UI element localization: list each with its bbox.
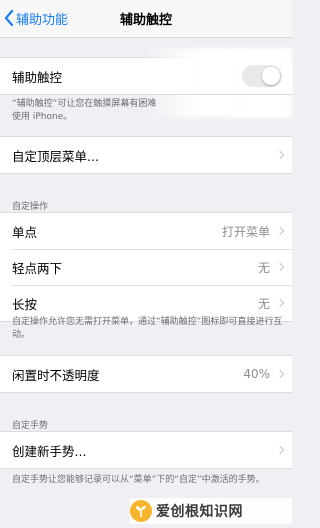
customize-top-menu-label: 自定顶层菜单... bbox=[12, 148, 99, 164]
watermark-logo-icon bbox=[130, 500, 152, 522]
sprout-icon bbox=[136, 506, 146, 517]
long-press-value: 无 bbox=[257, 296, 270, 311]
create-new-gesture-row[interactable]: 创建新手势... bbox=[0, 432, 292, 468]
double-tap-row[interactable]: 轻点两下 无 bbox=[0, 249, 292, 285]
idle-opacity-value: 40% bbox=[243, 367, 270, 381]
chevron-right-icon bbox=[275, 262, 285, 272]
assistive-touch-label: 辅助触控 bbox=[12, 69, 63, 85]
watermark-text: 爱创根知识网 bbox=[156, 504, 243, 520]
assistive-touch-footer-line1: “辅助触控”可让您在触摸屏幕有困难 bbox=[12, 99, 157, 109]
chevron-right-icon bbox=[275, 226, 285, 236]
custom-gestures-header: 自定手势 bbox=[12, 421, 49, 431]
divider bbox=[0, 392, 292, 393]
assistive-touch-toggle[interactable] bbox=[242, 65, 282, 87]
chevron-right-icon bbox=[275, 369, 285, 379]
assistive-touch-footer-line2: 使用 iPhone。 bbox=[12, 112, 73, 122]
assistive-touch-footer: “辅助触控”可让您在触摸屏幕有困难 使用 iPhone。 bbox=[12, 98, 284, 124]
divider bbox=[0, 468, 292, 469]
idle-opacity-row[interactable]: 闲置时不透明度 40% bbox=[0, 356, 292, 392]
single-tap-row[interactable]: 单点 打开菜单 bbox=[0, 213, 292, 249]
idle-opacity-label: 闲置时不透明度 bbox=[12, 367, 100, 383]
navigation-bar: 辅助功能 辅助触控 bbox=[0, 0, 292, 38]
custom-actions-group: 单点 打开菜单 轻点两下 无 长按 无 bbox=[0, 213, 292, 321]
custom-gestures-group: 创建新手势... bbox=[0, 432, 292, 468]
assistive-touch-settings-page: 辅助功能 辅助触控 辅助触控 “辅助触控”可让您在触摸屏幕有困难 使用 iPho… bbox=[0, 0, 292, 528]
watermark: 爱创根知识网 bbox=[130, 498, 292, 524]
long-press-label: 长按 bbox=[12, 296, 38, 312]
double-tap-label: 轻点两下 bbox=[12, 260, 63, 276]
single-tap-label: 单点 bbox=[12, 224, 38, 240]
divider bbox=[0, 94, 292, 95]
assistive-touch-group: 辅助触控 bbox=[0, 48, 292, 118]
custom-gestures-footer: 自定手势让您能够记录可以从“菜单”下的“自定”中激活的手势。 bbox=[12, 475, 265, 485]
custom-actions-footer: 自定操作允许您无需打开菜单，通过“辅助触控”图标即可直接进行互动。 bbox=[12, 317, 283, 340]
create-new-gesture-label: 创建新手势... bbox=[12, 443, 87, 459]
divider bbox=[0, 173, 292, 174]
assistive-touch-row: 辅助触控 bbox=[0, 48, 292, 118]
top-menu-group: 自定顶层菜单... bbox=[0, 137, 292, 173]
page-title: 辅助触控 bbox=[119, 13, 172, 28]
chevron-right-icon bbox=[275, 445, 285, 455]
customize-top-menu-row[interactable]: 自定顶层菜单... bbox=[0, 137, 292, 173]
chevron-right-icon bbox=[275, 150, 285, 160]
single-tap-value: 打开菜单 bbox=[221, 224, 270, 239]
chevron-right-icon bbox=[275, 298, 285, 308]
toggle-knob bbox=[262, 67, 280, 85]
double-tap-value: 无 bbox=[257, 260, 270, 275]
custom-actions-header: 自定操作 bbox=[12, 202, 49, 212]
idle-opacity-group: 闲置时不透明度 40% bbox=[0, 356, 292, 392]
